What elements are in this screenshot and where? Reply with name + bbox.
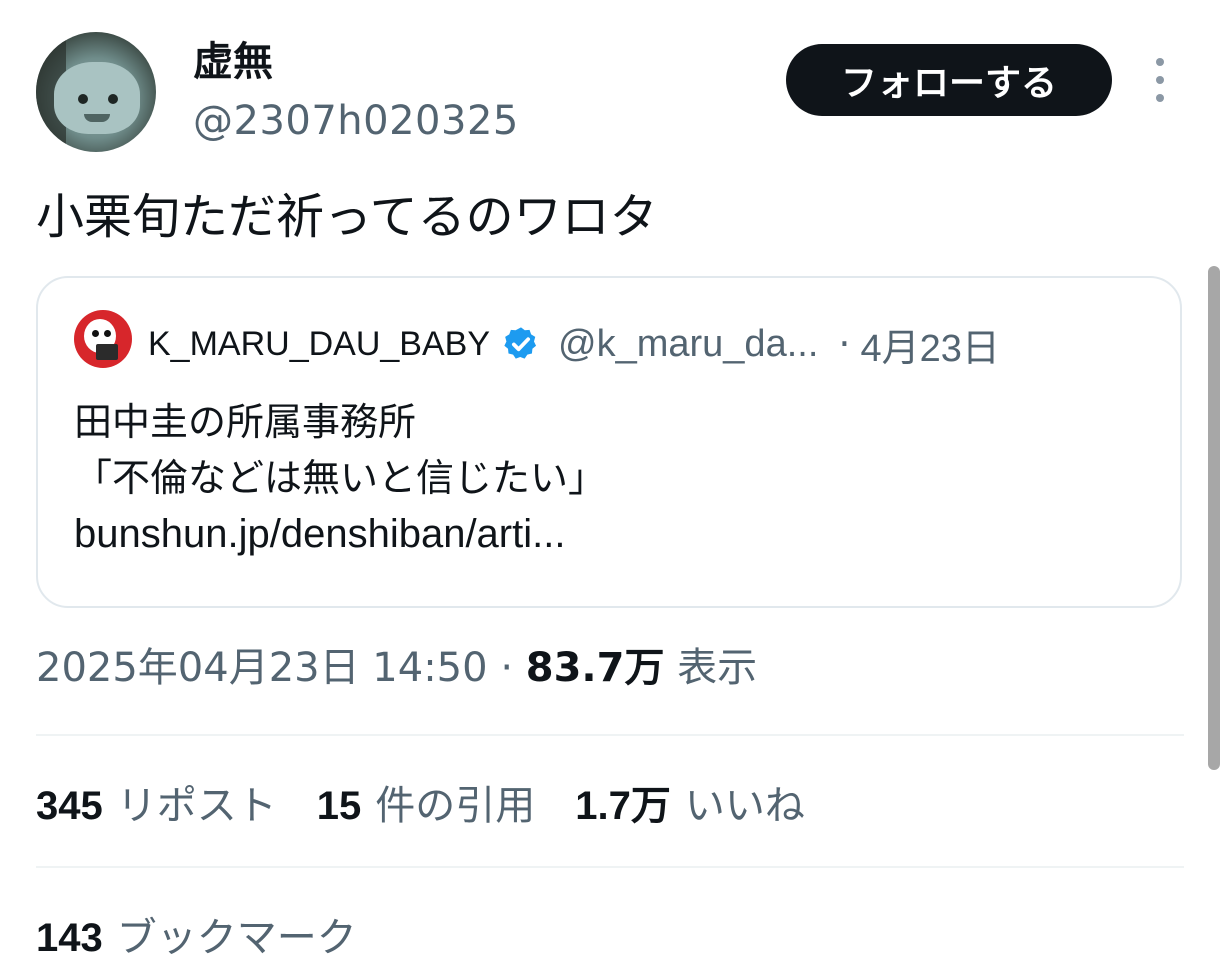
- reposts-count: 345: [36, 784, 103, 828]
- quoted-tweet-card[interactable]: K_MARU_DAU_BABY @k_maru_da... · 4月23日 田中…: [36, 276, 1182, 608]
- quoted-text-line: 「不倫などは無いと信じたい」: [74, 456, 607, 500]
- quoted-author-name[interactable]: K_MARU_DAU_BABY: [148, 325, 490, 364]
- quoted-author-handle: @k_maru_da...: [558, 322, 819, 365]
- likes-stat[interactable]: 1.7万 いいね: [575, 776, 805, 836]
- avatar-eye: [78, 94, 88, 104]
- view-count: 83.7万: [525, 645, 665, 691]
- bookmarks-stat[interactable]: 143 ブックマーク: [36, 908, 357, 968]
- quoted-date[interactable]: 4月23日: [860, 317, 999, 372]
- view-label: 表示: [677, 645, 758, 691]
- dot: [1156, 58, 1164, 66]
- avatar-eye: [104, 330, 111, 337]
- author-avatar[interactable]: [36, 32, 156, 152]
- bookmarks-label: ブックマーク: [116, 915, 357, 961]
- quotes-count: 15: [316, 784, 362, 828]
- quoted-author-avatar[interactable]: [74, 310, 132, 368]
- dot: [1156, 94, 1164, 102]
- tweet-meta: 2025年04月23日 14:50 · 83.7万 表示: [36, 640, 757, 696]
- follow-button[interactable]: フォローする: [786, 44, 1112, 116]
- divider: [36, 866, 1184, 868]
- verified-badge-icon: [504, 327, 537, 359]
- avatar-eye: [92, 330, 99, 337]
- quoted-header: K_MARU_DAU_BABY @k_maru_da... · 4月23日: [148, 316, 1000, 372]
- likes-label: いいね: [684, 783, 805, 829]
- author-name[interactable]: 虚無: [193, 36, 273, 88]
- likes-count: 1.7万: [575, 784, 671, 828]
- scrollbar[interactable]: [1208, 266, 1220, 770]
- quoted-link[interactable]: bunshun.jp/denshiban/arti...: [74, 506, 606, 562]
- bookmarks-count: 143: [36, 916, 103, 960]
- dot: [1156, 76, 1164, 84]
- quotes-stat[interactable]: 15 件の引用: [317, 776, 536, 836]
- quoted-text-line: 田中圭の所属事務所: [74, 400, 417, 444]
- separator-dot: ·: [838, 322, 851, 366]
- quotes-label: 件の引用: [375, 783, 536, 829]
- avatar-mouth: [84, 114, 110, 122]
- quoted-text: 田中圭の所属事務所 「不倫などは無いと信じたい」 bunshun.jp/dens…: [74, 394, 606, 562]
- avatar-eye: [108, 94, 118, 104]
- avatar-book: [96, 344, 118, 360]
- tweet-datetime[interactable]: 2025年04月23日 14:50: [36, 645, 488, 691]
- more-options-icon[interactable]: [1148, 58, 1172, 102]
- divider: [36, 734, 1184, 736]
- engagement-stats: 345 リポスト 15 件の引用 1.7万 いいね: [36, 776, 845, 836]
- reposts-stat[interactable]: 345 リポスト: [36, 776, 277, 836]
- avatar-figure: [54, 62, 140, 134]
- author-handle[interactable]: @2307h020325: [193, 96, 519, 146]
- reposts-label: リポスト: [116, 783, 277, 829]
- separator-dot: ·: [500, 645, 514, 691]
- tweet-text: 小栗旬ただ祈ってるのワロタ: [36, 189, 658, 245]
